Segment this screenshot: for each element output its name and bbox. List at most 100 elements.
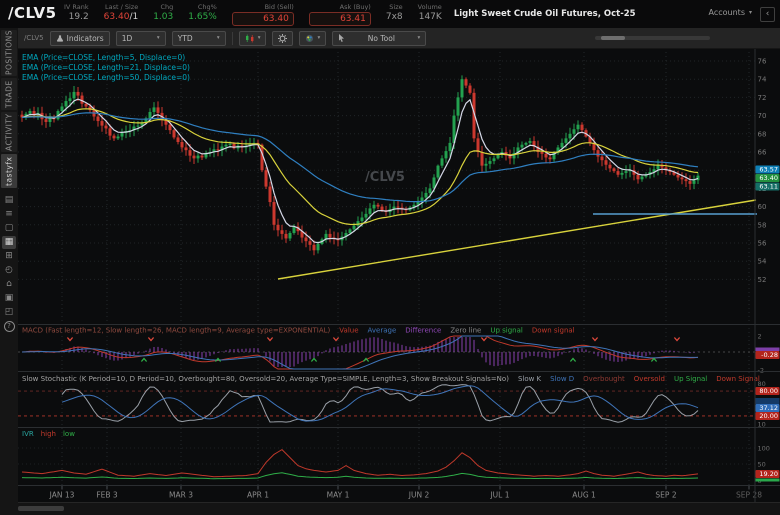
cursor-icon bbox=[339, 34, 345, 42]
svg-text:2: 2 bbox=[758, 333, 762, 341]
svg-text:63.40: 63.40 bbox=[759, 174, 778, 182]
svg-text:74: 74 bbox=[758, 76, 767, 84]
field-label: Volume bbox=[417, 3, 442, 11]
field-value: 147K bbox=[418, 12, 442, 22]
chart-horizontal-scrollbar[interactable] bbox=[595, 36, 710, 40]
chevron-down-icon: ▾ bbox=[748, 9, 752, 16]
bank-icon[interactable]: ⌂ bbox=[2, 278, 16, 291]
quote-field: Volume 147K bbox=[418, 3, 442, 26]
chevron-down-icon: ▾ bbox=[216, 35, 220, 41]
field-value: 63.40/1 bbox=[103, 12, 139, 22]
candlestick-chart-icon bbox=[245, 34, 254, 42]
svg-text:SEP 2: SEP 2 bbox=[655, 491, 676, 500]
package-icon[interactable]: ◰ bbox=[2, 306, 16, 319]
svg-text:37.12: 37.12 bbox=[759, 404, 778, 412]
accounts-dropdown[interactable]: Accounts ▾ bbox=[709, 8, 752, 17]
chart-settings-button[interactable] bbox=[272, 30, 294, 46]
svg-text:JAN 13: JAN 13 bbox=[49, 491, 75, 500]
svg-text:-0.28: -0.28 bbox=[761, 351, 778, 359]
field-value: 1.65% bbox=[188, 12, 217, 22]
quote-field: Chg% 1.65% bbox=[188, 3, 217, 26]
svg-text:JUL 1: JUL 1 bbox=[489, 491, 509, 500]
svg-text:60: 60 bbox=[758, 203, 767, 211]
svg-text:MAR 3: MAR 3 bbox=[169, 491, 193, 500]
svg-text:54: 54 bbox=[758, 258, 767, 266]
toolbar-separator bbox=[231, 31, 233, 45]
sidebar-tab-positions[interactable]: POSITIONS bbox=[1, 30, 17, 76]
chart-icon[interactable]: ▦ bbox=[2, 236, 16, 249]
watchlist-card-icon[interactable]: ▤ bbox=[2, 194, 16, 207]
field-label: Bid (Sell) bbox=[264, 3, 294, 11]
ema-legend-line: EMA (Price=CLOSE, Length=5, Displace=0) bbox=[22, 53, 186, 62]
quote-box-value[interactable]: 63.40 bbox=[231, 12, 294, 26]
sidebar-tab-trade[interactable]: TRADE bbox=[1, 78, 17, 110]
field-label: Ask (Buy) bbox=[339, 3, 371, 11]
svg-text:FEB 3: FEB 3 bbox=[96, 491, 118, 500]
palette-icon bbox=[306, 34, 314, 42]
chevron-down-icon: ▾ bbox=[156, 35, 160, 41]
quote-fields: IV Rank 19.2 Last / Size 63.40/1 Chg 1.03 Chg%… bbox=[64, 0, 442, 26]
field-label: Chg bbox=[160, 3, 174, 11]
trading-platform-window: JAN 13 FEB 3 MAR 3 APR 1 MAY 1 JUN 2 JUL 1 AUG … bbox=[0, 0, 780, 515]
left-sidebar: POSITIONS TRADE ACTIVITY tastyfx ▤ ≡ ▢ ▦ ⊞ ◴ ⌂ ▣ ◰? bbox=[0, 28, 18, 515]
symbol-title: /CLV5 bbox=[8, 4, 57, 22]
bottom-scrollbar[interactable] bbox=[18, 502, 780, 515]
svg-text:50: 50 bbox=[758, 461, 766, 469]
chart-type-dropdown[interactable]: ▾ bbox=[238, 30, 267, 46]
svg-text:-2: -2 bbox=[758, 367, 764, 375]
ema-legend: EMA (Price=CLOSE, Length=5, Displace=0) E… bbox=[22, 53, 190, 83]
svg-text:56: 56 bbox=[758, 240, 767, 248]
svg-text:Slow Stochastic (K Period=10,: Slow Stochastic (K Period=10, D Period=1… bbox=[22, 375, 760, 383]
svg-text:58: 58 bbox=[758, 221, 767, 229]
bottom-scrollbar-thumb[interactable] bbox=[18, 506, 64, 511]
ema-legend-line: EMA (Price=CLOSE, Length=21, Displace=0) bbox=[22, 63, 190, 72]
scrollbar-thumb[interactable] bbox=[601, 36, 625, 40]
field-value: 1.03 bbox=[153, 12, 174, 22]
drawing-style-dropdown[interactable]: ▾ bbox=[299, 30, 327, 46]
quote-box-value[interactable]: 63.41 bbox=[308, 12, 371, 26]
no-tool-label: No Tool bbox=[367, 33, 395, 43]
no-tool-dropdown[interactable]: No Tool ▾ bbox=[332, 30, 427, 46]
accounts-label: Accounts bbox=[708, 8, 745, 17]
field-value: 19.2 bbox=[68, 12, 89, 22]
indicators-button[interactable]: Indicators bbox=[49, 30, 110, 46]
collapse-panel-button[interactable]: ‹ bbox=[760, 7, 775, 22]
snapshot-icon[interactable]: ▣ bbox=[2, 292, 16, 305]
ema-legend-line: EMA (Price=CLOSE, Length=50, Displace=0) bbox=[22, 73, 190, 82]
field-label: Size bbox=[389, 3, 403, 11]
svg-text:MACD (Fast length=12, Slow len: MACD (Fast length=12, Slow length=26, MA… bbox=[22, 327, 575, 335]
quote-field[interactable]: Ask (Buy) 63.41 bbox=[308, 3, 371, 26]
quote-field[interactable]: Bid (Sell) 63.40 bbox=[231, 3, 294, 26]
svg-text:AUG 1: AUG 1 bbox=[572, 491, 596, 500]
timeframe-value: 1D bbox=[121, 33, 133, 43]
svg-text:APR 1: APR 1 bbox=[247, 491, 269, 500]
field-label: Chg% bbox=[197, 3, 217, 11]
list-icon[interactable]: ≡ bbox=[2, 208, 16, 221]
quote-field: Chg 1.03 bbox=[153, 3, 173, 26]
svg-text:70: 70 bbox=[758, 112, 767, 120]
svg-text:/CLV5: /CLV5 bbox=[365, 170, 405, 185]
sidebar-tab-tastyfx[interactable]: tastyfx bbox=[1, 154, 17, 188]
quote-field: IV Rank 19.2 bbox=[64, 3, 89, 26]
chevron-down-icon: ▾ bbox=[417, 35, 421, 41]
media-icon[interactable]: ▢ bbox=[2, 222, 16, 235]
svg-text:63.11: 63.11 bbox=[759, 183, 778, 191]
quote-header: /CLV5 IV Rank 19.2 Last / Size 63.40/1 Chg 1.… bbox=[0, 0, 780, 28]
svg-text:IVRhighlow: IVR high low bbox=[22, 430, 75, 438]
field-label: IV Rank bbox=[64, 3, 89, 11]
svg-text:72: 72 bbox=[758, 94, 767, 102]
indicators-label: Indicators bbox=[66, 33, 104, 43]
timeframe-dropdown[interactable]: 1D ▾ bbox=[115, 30, 166, 46]
svg-text:MAY 1: MAY 1 bbox=[327, 491, 350, 500]
range-value: YTD bbox=[177, 33, 193, 43]
sidebar-tab-activity[interactable]: ACTIVITY bbox=[1, 112, 17, 152]
svg-text:19.20: 19.20 bbox=[759, 470, 778, 478]
flask-icon bbox=[56, 34, 63, 42]
apps-grid-icon[interactable]: ⊞ bbox=[2, 250, 16, 263]
field-label: Last / Size bbox=[104, 3, 139, 11]
field-value: 7x8 bbox=[385, 12, 403, 22]
history-clock-icon[interactable]: ◴ bbox=[2, 264, 16, 277]
contract-description: Light Sweet Crude Oil Futures, Oct-25 bbox=[453, 9, 636, 19]
range-dropdown[interactable]: YTD ▾ bbox=[171, 30, 226, 46]
help-icon[interactable]: ? bbox=[2, 320, 16, 333]
